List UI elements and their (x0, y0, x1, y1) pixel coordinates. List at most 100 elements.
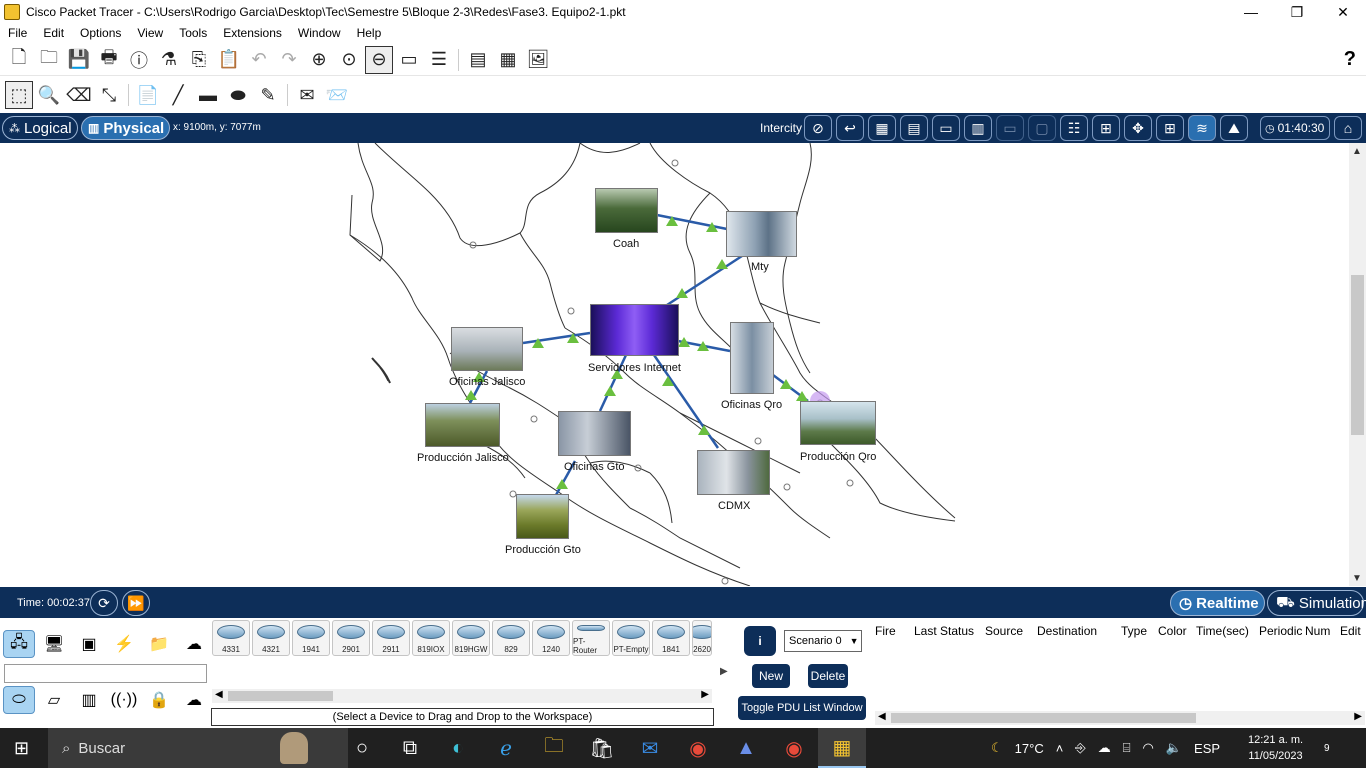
new-building-icon[interactable]: ▤ (900, 115, 928, 141)
close-button[interactable]: ✕ (1320, 0, 1366, 24)
simulation-mode-button[interactable]: ⛟ Simulation (1267, 590, 1366, 616)
device-2911[interactable]: 2911 (372, 620, 410, 656)
minimize-button[interactable]: — (1228, 0, 1274, 24)
new-rack-icon[interactable]: ▥ (964, 115, 992, 141)
wizard-icon[interactable]: ⚗ (155, 46, 183, 74)
packet-tracer-taskbar-icon[interactable]: ▦ (818, 728, 866, 768)
scroll-right-icon[interactable]: ▶ (1354, 711, 1362, 722)
redo-icon[interactable]: ↷ (275, 46, 303, 74)
note-icon[interactable]: 📄 (134, 81, 162, 109)
new-closet-icon[interactable]: ▭ (932, 115, 960, 141)
node-prod-jalisco-image[interactable] (425, 403, 500, 447)
menu-view[interactable]: View (129, 26, 171, 40)
ellipse-icon[interactable]: ⬬ (224, 81, 252, 109)
node-servidores-image[interactable] (590, 304, 679, 356)
store-icon[interactable]: 🛍 (578, 728, 626, 768)
move-icon[interactable]: ✥ (1124, 115, 1152, 141)
set-tiled-icon[interactable]: ⊞ (1156, 115, 1184, 141)
task-view-icon[interactable]: ⧉ (386, 728, 434, 768)
new-city-icon[interactable]: ▦ (868, 115, 896, 141)
wifi-icon[interactable]: ◠ (1143, 740, 1154, 756)
paste-icon[interactable]: 📋 (215, 46, 243, 74)
scroll-left-icon[interactable]: ◀ (878, 711, 886, 722)
scroll-down-icon[interactable]: ▼ (1352, 573, 1362, 584)
select-icon[interactable]: ⬚ (5, 81, 33, 109)
device-4321[interactable]: 4321 (252, 620, 290, 656)
menu-edit[interactable]: Edit (35, 26, 72, 40)
zoom-reset-icon[interactable]: ⊙ (335, 46, 363, 74)
scroll-right-icon[interactable]: ▶ (701, 689, 709, 700)
menu-file[interactable]: File (0, 26, 35, 40)
logical-tab[interactable]: ⁂ Logical (2, 116, 78, 140)
new-scenario-button[interactable]: New (752, 664, 790, 688)
scrollbar-thumb[interactable] (228, 691, 333, 701)
node-of-qro-image[interactable] (730, 322, 774, 394)
network-icon[interactable]: ⌸ (1123, 740, 1131, 756)
back-icon[interactable]: ↩ (836, 115, 864, 141)
wan-emulation-icon[interactable]: ☁ (178, 686, 210, 714)
taskbar-clock[interactable]: 12:21 a. m. 11/05/2023 (1248, 732, 1303, 764)
inspect-icon[interactable]: 🔍 (35, 81, 63, 109)
menu-window[interactable]: Window (290, 26, 349, 40)
menu-extensions[interactable]: Extensions (215, 26, 290, 40)
scrollbar-thumb[interactable] (891, 713, 1196, 723)
node-cdmx-image[interactable] (697, 450, 770, 495)
chrome-icon[interactable]: ◉ (674, 728, 722, 768)
internet-explorer-icon[interactable]: ℯ (482, 728, 530, 768)
complex-pdu-icon[interactable]: 📨 (323, 81, 351, 109)
pc-image-icon[interactable]: 🖼 (524, 46, 552, 74)
device-pt-router[interactable]: PT-Router (572, 620, 610, 656)
edge-icon[interactable]: ◐ (434, 728, 482, 768)
device-829[interactable]: 829 (492, 620, 530, 656)
background-image-icon[interactable]: ⛰ (1220, 115, 1248, 141)
power-cycle-icon[interactable]: ⟳ (90, 590, 118, 616)
security-icon[interactable]: 🔒 (143, 686, 175, 714)
scenario-info-button[interactable]: i (744, 626, 776, 656)
node-coah-image[interactable] (595, 188, 658, 233)
physical-workspace[interactable]: Coah Mty Servidores Internet Oficinas Ja… (0, 143, 1349, 586)
chevron-up-icon[interactable]: ˄ (1056, 741, 1064, 756)
windows-start-icon[interactable]: ⊞ (14, 738, 29, 759)
file-explorer-icon[interactable]: 🗀 (530, 728, 578, 768)
scroll-up-icon[interactable]: ▲ (1352, 146, 1362, 157)
line-icon[interactable]: ╱ (164, 81, 192, 109)
node-prod-qro-image[interactable] (800, 401, 876, 445)
wireless-icon[interactable]: ≋ (1188, 115, 1216, 141)
cluster-icon[interactable]: ▦ (494, 46, 522, 74)
restore-button[interactable]: ❐ (1274, 0, 1320, 24)
connections-icon[interactable]: ⚡ (108, 630, 140, 658)
onedrive-icon[interactable]: ☁ (1098, 740, 1111, 756)
components-icon[interactable]: ▣ (73, 630, 105, 658)
node-mty-image[interactable] (726, 211, 797, 257)
device-list-scrollbar[interactable]: ◀ ▶ (212, 689, 712, 703)
multiuser-icon[interactable]: ☁ (178, 630, 210, 658)
zoom-in-icon[interactable]: ⊕ (305, 46, 333, 74)
custom-devices-icon[interactable]: ☰ (425, 46, 453, 74)
volume-icon[interactable]: 🔈 (1166, 740, 1182, 756)
rectangle-icon[interactable]: ▬ (194, 81, 222, 109)
workspace-vertical-scrollbar[interactable]: ▲ ▼ (1349, 143, 1366, 586)
zoom-out-icon[interactable]: ⊖ (365, 45, 393, 74)
switches-icon[interactable]: ▱ (38, 686, 70, 714)
grid-icon[interactable]: ⊞ (1092, 115, 1120, 141)
meet-now-icon[interactable]: ⎆ (1075, 740, 1085, 756)
node-of-gto-image[interactable] (558, 411, 631, 456)
scrollbar-thumb[interactable] (1351, 275, 1364, 435)
help-icon[interactable]: ? (1344, 48, 1356, 71)
device-2620[interactable]: 2620 (692, 620, 712, 656)
navigation-icon[interactable]: ⊘ (804, 115, 832, 141)
print-icon[interactable]: 🖶 (95, 46, 123, 74)
weather-icon[interactable]: ☾ (991, 740, 1003, 756)
pdu-list-scrollbar[interactable]: ◀ ▶ (875, 711, 1365, 725)
info-icon[interactable]: ⓘ (125, 46, 153, 74)
menu-tools[interactable]: Tools (171, 26, 215, 40)
scroll-left-icon[interactable]: ◀ (215, 689, 223, 700)
freeform-icon[interactable]: ✎ (254, 81, 282, 109)
fast-forward-icon[interactable]: ⏩ (122, 590, 150, 616)
realtime-mode-button[interactable]: ◷ Realtime (1170, 590, 1265, 616)
device-819hgw[interactable]: 819HGW (452, 620, 490, 656)
hubs-icon[interactable]: ▥ (73, 686, 105, 714)
delete-scenario-button[interactable]: Delete (808, 664, 848, 688)
taskbar-search[interactable]: ⌕ Buscar (48, 728, 348, 768)
physical-tab[interactable]: ▥ Physical (81, 116, 170, 140)
